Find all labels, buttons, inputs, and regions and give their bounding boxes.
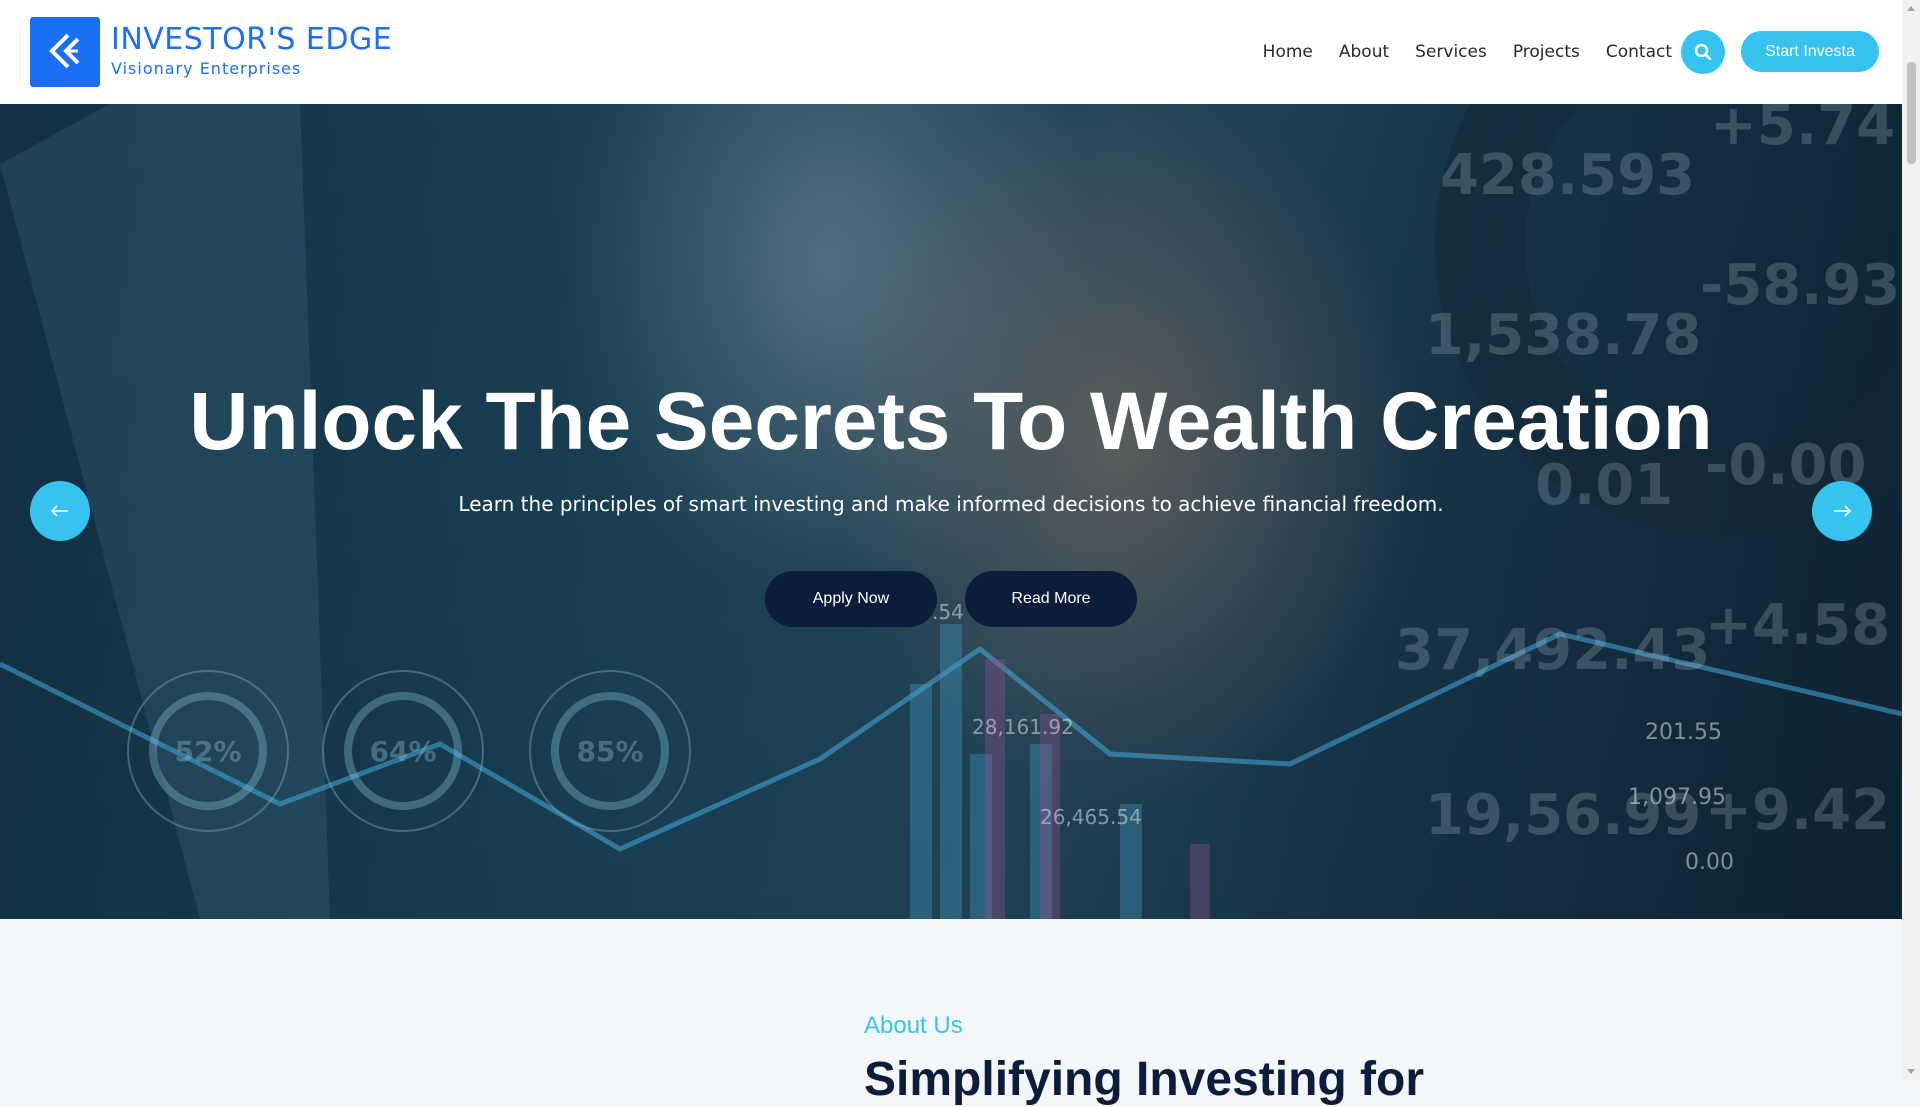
scroll-thumb[interactable]	[1907, 62, 1916, 164]
nav-home[interactable]: Home	[1263, 42, 1313, 62]
chevron-logo-icon	[30, 17, 100, 87]
arrow-left-icon	[51, 505, 68, 517]
read-more-button[interactable]: Read More	[965, 571, 1137, 627]
brand-name: INVESTOR'S EDGE	[111, 22, 393, 57]
scroll-up-icon[interactable]	[1907, 6, 1915, 11]
nav-about[interactable]: About	[1339, 42, 1389, 62]
about-label: About Us	[864, 1012, 963, 1039]
nav-projects[interactable]: Projects	[1513, 42, 1580, 62]
nav-contact[interactable]: Contact	[1606, 42, 1672, 62]
apply-now-button[interactable]: Apply Now	[765, 571, 937, 627]
hero-title: Unlock The Secrets To Wealth Creation	[189, 376, 1713, 467]
hero-subtitle: Learn the principles of smart investing …	[458, 492, 1444, 516]
nav-services[interactable]: Services	[1415, 42, 1487, 62]
slider-next-button[interactable]	[1812, 481, 1872, 541]
about-section: About Us Simplifying Investing for	[0, 919, 1902, 1106]
navbar: INVESTOR'S EDGE Visionary Enterprises Ho…	[0, 0, 1902, 104]
hero-buttons: Apply Now Read More	[765, 571, 1165, 627]
start-investa-button[interactable]: Start Investa	[1741, 31, 1879, 72]
brand-logo[interactable]: INVESTOR'S EDGE Visionary Enterprises	[30, 17, 392, 87]
slider-prev-button[interactable]	[30, 481, 90, 541]
page-scrollbar[interactable]	[1903, 0, 1920, 1080]
brand-tagline: Visionary Enterprises	[111, 59, 302, 78]
search-button[interactable]	[1681, 30, 1725, 74]
scroll-down-icon[interactable]	[1907, 1069, 1915, 1074]
main-nav: Home About Services Projects Contact	[1237, 0, 1672, 104]
hero-slider: 428.593 +5.74 1,538.78 -58.93 0.01 -0.00…	[0, 104, 1902, 919]
arrow-right-icon	[1834, 505, 1851, 517]
search-icon	[1694, 43, 1712, 61]
